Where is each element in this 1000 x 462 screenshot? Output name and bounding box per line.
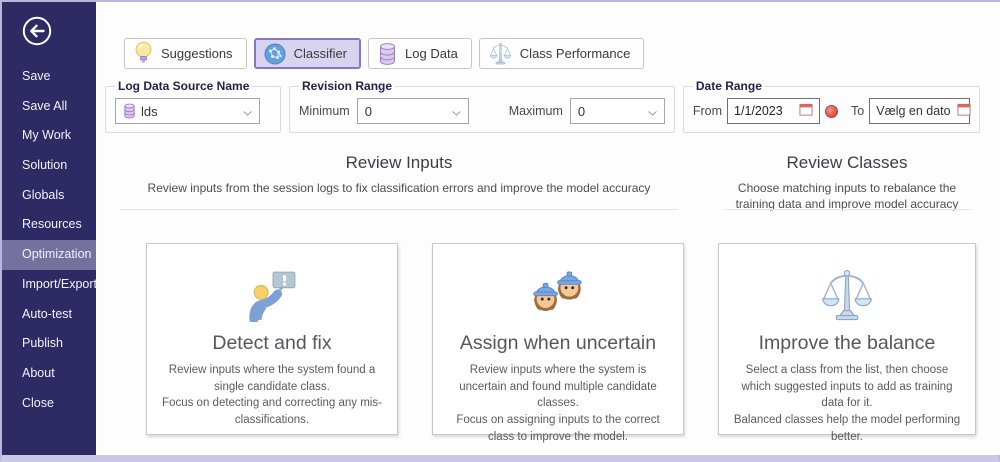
chevron-down-icon <box>648 104 657 119</box>
workers-icon <box>445 268 671 324</box>
sidebar-item-import-export[interactable]: Import/Export <box>2 270 96 300</box>
card-title: Detect and fix <box>159 332 385 355</box>
app-window: Save Save All My Work Solution Globals R… <box>0 0 1000 462</box>
review-inputs-title: Review Inputs <box>105 153 693 173</box>
card-description: Review inputs where the system found a s… <box>159 362 385 429</box>
card-line: Balanced classes help the model performi… <box>731 412 963 445</box>
chevron-down-icon <box>243 104 252 119</box>
tab-label: Suggestions <box>161 46 233 61</box>
log-data-source-select[interactable]: lds <box>115 98 260 124</box>
database-icon <box>123 103 136 119</box>
date-range-group: Date Range From 1/1/2023 To <box>683 79 980 133</box>
from-label: From <box>693 104 722 118</box>
sidebar-item-resources[interactable]: Resources <box>2 210 96 240</box>
balance-scales-icon <box>731 268 963 324</box>
maximum-label: Maximum <box>509 104 563 118</box>
calendar-icon[interactable] <box>957 103 971 119</box>
sidebar: Save Save All My Work Solution Globals R… <box>2 2 96 455</box>
log-data-source-legend: Log Data Source Name <box>115 79 252 93</box>
card-description: Select a class from the list, then choos… <box>731 362 963 445</box>
main-content: ? × Suggestions <box>96 2 1000 455</box>
sidebar-item-publish[interactable]: Publish <box>2 329 96 359</box>
card-line: Review inputs where the system found a s… <box>159 362 385 395</box>
card-description: Review inputs where the system is uncert… <box>445 362 671 445</box>
sidebar-item-save[interactable]: Save <box>2 62 96 92</box>
divider <box>120 209 679 210</box>
error-dot-icon <box>825 105 838 118</box>
card-line: Focus on assigning inputs to the correct… <box>445 412 671 445</box>
sidebar-item-solution[interactable]: Solution <box>2 151 96 181</box>
card-line: Focus on detecting and correcting any mi… <box>159 395 385 428</box>
log-data-source-value: lds <box>141 104 158 119</box>
card-title: Assign when uncertain <box>445 332 671 355</box>
review-inputs-section: Review Inputs Review inputs from the ses… <box>105 150 693 210</box>
tab-label: Class Performance <box>520 46 631 61</box>
review-classes-title: Review Classes <box>717 153 977 173</box>
detect-and-fix-card[interactable]: Detect and fix Review inputs where the s… <box>146 243 398 435</box>
sidebar-item-globals[interactable]: Globals <box>2 181 96 211</box>
review-classes-subtitle: Choose matching inputs to rebalance the … <box>717 180 977 212</box>
improve-the-balance-card[interactable]: Improve the balance Select a class from … <box>718 243 976 435</box>
assign-when-uncertain-card[interactable]: Assign when uncertain Review inputs wher… <box>432 243 684 435</box>
chevron-down-icon <box>452 104 461 119</box>
tab-class-performance[interactable]: Class Performance <box>479 38 645 69</box>
minimum-label: Minimum <box>299 104 350 118</box>
filter-bar: Log Data Source Name lds Revision Range <box>105 79 1000 133</box>
revision-range-group: Revision Range Minimum 0 Maximum 0 <box>289 79 675 133</box>
tab-label: Log Data <box>405 46 458 61</box>
minimum-select[interactable]: 0 <box>357 98 469 124</box>
to-label: To <box>851 104 864 118</box>
to-date-value: Vælg en dato <box>876 104 950 118</box>
sidebar-item-auto-test[interactable]: Auto-test <box>2 300 96 330</box>
tab-bar: Suggestions Classifier <box>124 38 1000 69</box>
sidebar-item-close[interactable]: Close <box>2 389 96 419</box>
to-date-input[interactable]: Vælg en dato <box>869 98 970 124</box>
from-date-input[interactable]: 1/1/2023 <box>727 98 820 124</box>
card-line: Select a class from the list, then choos… <box>731 362 963 412</box>
person-alert-icon <box>159 268 385 324</box>
maximum-select[interactable]: 0 <box>570 98 665 124</box>
tab-suggestions[interactable]: Suggestions <box>124 38 247 69</box>
from-date-value: 1/1/2023 <box>734 104 783 118</box>
card-title: Improve the balance <box>731 332 963 355</box>
action-cards: Detect and fix Review inputs where the s… <box>146 243 1000 435</box>
sidebar-item-optimization[interactable]: Optimization <box>2 240 96 270</box>
review-classes-section: Review Classes Choose matching inputs to… <box>717 150 977 210</box>
sidebar-nav: Save Save All My Work Solution Globals R… <box>2 62 96 418</box>
log-data-source-group: Log Data Source Name lds <box>105 79 281 133</box>
calendar-icon[interactable] <box>799 103 813 119</box>
sidebar-item-about[interactable]: About <box>2 359 96 389</box>
card-line: Review inputs where the system is uncert… <box>445 362 671 412</box>
revision-range-legend: Revision Range <box>299 79 395 93</box>
minimum-value: 0 <box>365 104 372 119</box>
lightbulb-icon <box>134 41 153 66</box>
section-headings: Review Inputs Review inputs from the ses… <box>105 150 1000 210</box>
titlebar: ? × <box>96 2 1000 32</box>
tab-label: Classifier <box>294 46 347 61</box>
review-inputs-subtitle: Review inputs from the session logs to f… <box>105 180 693 196</box>
database-icon <box>378 42 397 66</box>
date-range-legend: Date Range <box>693 79 765 93</box>
sidebar-item-save-all[interactable]: Save All <box>2 92 96 122</box>
classifier-network-icon <box>264 43 286 65</box>
tab-classifier[interactable]: Classifier <box>254 38 361 69</box>
balance-scales-icon <box>489 42 512 66</box>
sidebar-item-my-work[interactable]: My Work <box>2 121 96 151</box>
back-arrow-icon <box>21 15 53 47</box>
tab-log-data[interactable]: Log Data <box>368 38 472 69</box>
maximum-value: 0 <box>578 104 585 119</box>
divider <box>724 209 971 210</box>
back-button[interactable] <box>21 15 53 47</box>
